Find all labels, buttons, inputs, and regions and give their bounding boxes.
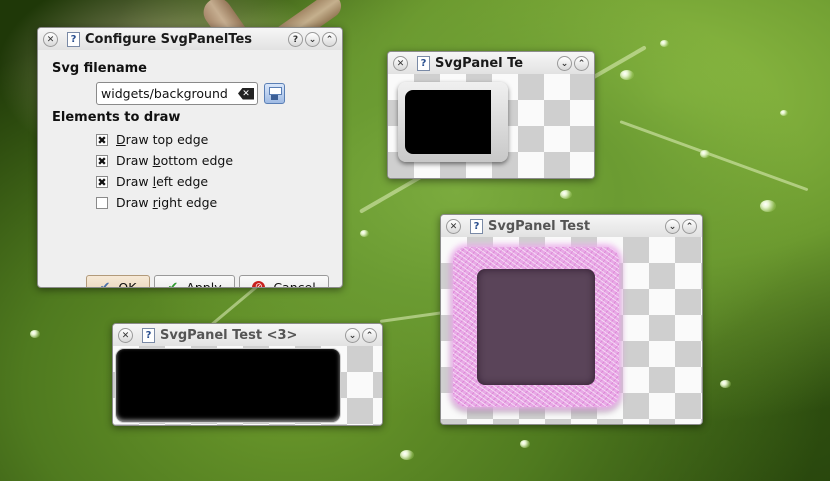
- svgpanel-test-window-top-titlebar[interactable]: ✕ ? SvgPanel Te ⌄ ⌃: [388, 52, 594, 74]
- window-title: SvgPanel Test <3>: [160, 327, 298, 343]
- svgpanel-test-window-bottom: ✕ ? SvgPanel Test <3> ⌄ ⌃: [112, 323, 383, 426]
- close-icon[interactable]: ✕: [118, 327, 133, 343]
- minimize-icon[interactable]: ⌄: [557, 55, 572, 71]
- cancel-icon: ⊘: [252, 281, 266, 287]
- water-drop: [720, 380, 731, 388]
- help-icon[interactable]: ?: [288, 31, 303, 47]
- minimize-icon[interactable]: ⌄: [305, 31, 320, 47]
- close-icon[interactable]: ✕: [393, 55, 408, 71]
- checkbox-label: Draw bottom edge: [116, 153, 234, 168]
- svg-panel-preview: [116, 349, 340, 422]
- water-drop: [560, 190, 572, 199]
- minimize-icon[interactable]: ⌄: [665, 218, 680, 234]
- minimize-icon[interactable]: ⌄: [345, 327, 360, 343]
- furry-panel-inner: [477, 269, 595, 385]
- water-drop: [760, 200, 776, 212]
- window-title: SvgPanel Te: [435, 55, 524, 71]
- water-drop: [620, 70, 634, 80]
- cancel-button-label: Cancel: [273, 280, 316, 288]
- water-drop: [520, 440, 530, 448]
- svg-filename-input[interactable]: widgets/background ✕: [96, 82, 258, 105]
- checkbox-checked[interactable]: ✖: [96, 133, 108, 146]
- checkbox-draw-left-edge[interactable]: ✖ Draw left edge: [96, 174, 208, 189]
- svgpanel-test-window-bottom-titlebar[interactable]: ✕ ? SvgPanel Test <3> ⌄ ⌃: [113, 324, 382, 346]
- svgpanel-test-window-middle-titlebar[interactable]: ✕ ? SvgPanel Test ⌄ ⌃: [441, 215, 702, 237]
- svgpanel-test-window-middle: ✕ ? SvgPanel Test ⌄ ⌃: [440, 214, 703, 425]
- water-drop: [700, 150, 710, 158]
- checkbox-draw-top-edge[interactable]: ✖ Draw top edge: [96, 132, 208, 147]
- checkbox-checked[interactable]: ✖: [96, 154, 108, 167]
- checkmark-icon: ✔: [99, 280, 111, 288]
- maximize-icon[interactable]: ⌃: [362, 327, 377, 343]
- checkbox-label: Draw right edge: [116, 195, 218, 210]
- checkbox-draw-bottom-edge[interactable]: ✖ Draw bottom edge: [96, 153, 233, 168]
- water-drop: [660, 40, 669, 47]
- configure-dialog-titlebar[interactable]: ✕ ? Configure SvgPanelTes ? ⌄ ⌃: [38, 28, 342, 50]
- water-drop: [780, 110, 788, 116]
- svg-filename-label: Svg filename: [52, 61, 147, 76]
- close-icon[interactable]: ✕: [43, 31, 58, 47]
- cancel-button[interactable]: ⊘ Cancel: [239, 275, 329, 288]
- checkbox-draw-right-edge[interactable]: Draw right edge: [96, 195, 217, 210]
- help-icon: ?: [470, 218, 483, 234]
- ok-button-label: OK: [118, 280, 137, 288]
- apply-button[interactable]: ✔ Apply: [154, 275, 235, 288]
- help-icon: ?: [142, 327, 155, 343]
- checkbox-label: Draw left edge: [116, 174, 209, 189]
- elements-to-draw-label: Elements to draw: [52, 110, 181, 125]
- water-drop: [360, 230, 369, 237]
- save-icon[interactable]: [264, 83, 285, 104]
- window-title: Configure SvgPanelTes: [85, 31, 252, 47]
- svgpanel-test-window-top: ✕ ? SvgPanel Te ⌄ ⌃: [387, 51, 595, 179]
- water-drop: [400, 450, 414, 460]
- apply-checkmark-icon: ✔: [167, 280, 179, 288]
- svg-filename-value: widgets/background: [101, 86, 228, 101]
- apply-button-label: Apply: [186, 280, 222, 288]
- checkbox-unchecked[interactable]: [96, 196, 108, 209]
- water-drop: [30, 330, 40, 338]
- help-icon: ?: [417, 55, 430, 71]
- checkbox-label: Draw top edge: [116, 132, 209, 147]
- maximize-icon[interactable]: ⌃: [322, 31, 337, 47]
- configure-dialog: ✕ ? Configure SvgPanelTes ? ⌄ ⌃ Svg file…: [37, 27, 343, 288]
- leaf-vein: [619, 120, 809, 192]
- maximize-icon[interactable]: ⌃: [574, 55, 589, 71]
- clear-icon[interactable]: ✕: [238, 87, 254, 100]
- checkbox-checked[interactable]: ✖: [96, 175, 108, 188]
- svg-panel-black-fill: [405, 90, 491, 154]
- maximize-icon[interactable]: ⌃: [682, 218, 697, 234]
- window-title: SvgPanel Test: [488, 218, 591, 234]
- close-icon[interactable]: ✕: [446, 218, 461, 234]
- ok-button[interactable]: ✔ OK: [86, 275, 150, 288]
- help-icon: ?: [67, 31, 80, 47]
